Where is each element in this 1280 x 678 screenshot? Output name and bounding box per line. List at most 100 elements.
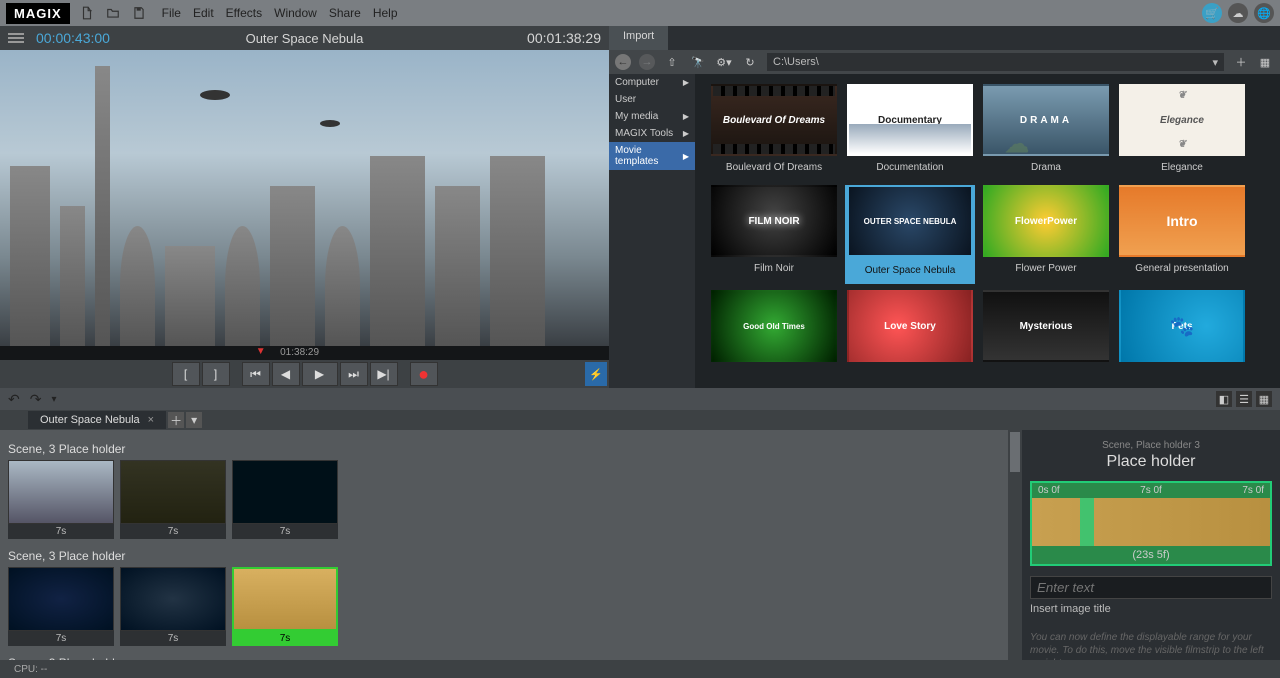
storyboard-clip[interactable]: 7s	[8, 567, 114, 646]
project-tab[interactable]: Outer Space Nebula ×	[28, 411, 166, 429]
preview-header: 00:00:43:00 Outer Space Nebula 00:01:38:…	[0, 26, 609, 50]
grid-view-icon[interactable]: ▦	[1256, 53, 1274, 71]
mark-in-button[interactable]: [	[172, 362, 200, 386]
clip-range-strip[interactable]: 0s 0f 7s 0f 7s 0f (23s 5f)	[1030, 481, 1272, 566]
template-grid: Boulevard Of DreamsBoulevard Of DreamsDo…	[695, 74, 1280, 388]
path-field[interactable]: C:\Users\▾	[767, 53, 1224, 71]
view-mode-3-icon[interactable]: ▦	[1256, 391, 1272, 407]
save-icon[interactable]	[130, 4, 148, 22]
storyboard-scrollbar[interactable]	[1008, 430, 1022, 660]
template-film-noir[interactable]: FILM NOIRFilm Noir	[709, 185, 839, 284]
template-boulevard-of-dreams[interactable]: Boulevard Of DreamsBoulevard Of Dreams	[709, 84, 839, 179]
scene-label: Scene, 3 Place holder	[8, 656, 1014, 660]
more-edit-icon[interactable]: ▾	[51, 394, 56, 405]
playhead-icon[interactable]: ▼	[256, 346, 266, 357]
tree-item-magix-tools[interactable]: MAGIX Tools▶	[609, 125, 695, 142]
store-icon[interactable]: 🛒	[1202, 3, 1222, 23]
view-mode-1-icon[interactable]: ◧	[1216, 391, 1232, 407]
range-right-label: 7s 0f	[1242, 485, 1264, 496]
transport-controls: [ ] ⏮ ◀ ▶ ⏭ ▶| ● ⚡	[0, 360, 609, 388]
menu-window[interactable]: Window	[274, 6, 317, 20]
preview-video[interactable]	[0, 50, 609, 346]
open-folder-icon[interactable]	[104, 4, 122, 22]
properties-panel: Scene, Place holder 3 Place holder 0s 0f…	[1022, 430, 1280, 660]
storyboard-clip[interactable]: 7s	[232, 460, 338, 539]
range-left-label: 0s 0f	[1038, 485, 1060, 496]
prev-frame-button[interactable]: ◀	[272, 362, 300, 386]
template-mysterious[interactable]: Mysterious	[981, 290, 1111, 374]
record-button[interactable]: ●	[410, 362, 438, 386]
next-frame-button[interactable]: ⏭	[340, 362, 368, 386]
app-logo: MAGIX	[6, 3, 70, 24]
project-tabs-bar: Outer Space Nebula × ＋ ▾	[0, 410, 1280, 430]
menu-edit[interactable]: Edit	[193, 6, 214, 20]
template-pets[interactable]: Pets	[1117, 290, 1247, 374]
add-project-tab-button[interactable]: ＋	[168, 412, 184, 428]
preview-panel: 00:00:43:00 Outer Space Nebula 00:01:38:…	[0, 26, 609, 388]
storyboard[interactable]: Scene, 3 Place holder7s7s7sScene, 3 Plac…	[0, 430, 1022, 660]
forward-icon[interactable]: →	[639, 54, 655, 70]
template-good-old-times[interactable]: Good Old Times	[709, 290, 839, 374]
template-documentation[interactable]: DocumentaryDocumentation	[845, 84, 975, 179]
redo-button[interactable]: ↷	[30, 391, 42, 408]
image-title-input[interactable]	[1030, 576, 1272, 599]
menu-effects[interactable]: Effects	[226, 6, 262, 20]
tree-item-my-media[interactable]: My media▶	[609, 108, 695, 125]
timecode-out[interactable]: 00:01:38:29	[527, 30, 601, 46]
image-title-label: Insert image title	[1030, 603, 1272, 615]
play-button[interactable]: ▶	[302, 362, 338, 386]
back-icon[interactable]: ←	[615, 54, 631, 70]
properties-hint: You can now define the displayable range…	[1030, 631, 1272, 660]
storyboard-clip[interactable]: 7s	[120, 460, 226, 539]
timecode-in[interactable]: 00:00:43:00	[36, 30, 110, 46]
up-folder-icon[interactable]: ⇧	[663, 53, 681, 71]
new-file-icon[interactable]	[78, 4, 96, 22]
undo-button[interactable]: ↶	[8, 391, 20, 408]
tree-item-computer[interactable]: Computer▶	[609, 74, 695, 91]
template-love-story[interactable]: Love Story	[845, 290, 975, 374]
add-media-icon[interactable]: ＋	[1232, 53, 1250, 71]
go-to-start-button[interactable]: ⏮	[242, 362, 270, 386]
range-center-label: 7s 0f	[1140, 485, 1162, 496]
storyboard-clip[interactable]: 7s	[232, 567, 338, 646]
range-total-label: (23s 5f)	[1032, 546, 1270, 564]
template-drama[interactable]: DRAMADrama	[981, 84, 1111, 179]
template-elegance[interactable]: EleganceElegance	[1117, 84, 1247, 179]
mark-out-button[interactable]: ]	[202, 362, 230, 386]
storyboard-clip[interactable]: 7s	[8, 460, 114, 539]
template-outer-space-nebula[interactable]: OUTER SPACE NEBULAOuter Space Nebula	[845, 185, 975, 284]
quick-action-button[interactable]: ⚡	[585, 362, 607, 386]
binoculars-icon[interactable]: 🔭	[689, 53, 707, 71]
menu-help[interactable]: Help	[373, 6, 398, 20]
preview-menu-icon[interactable]	[8, 33, 24, 43]
globe-icon[interactable]: 🌐	[1254, 3, 1274, 23]
settings-gear-icon[interactable]: ⚙▾	[715, 53, 733, 71]
statusbar: CPU: --	[0, 660, 1280, 678]
template-general-presentation[interactable]: IntroGeneral presentation	[1117, 185, 1247, 284]
properties-subtitle: Scene, Place holder 3	[1030, 440, 1272, 451]
project-tab-menu-icon[interactable]: ▾	[186, 412, 202, 428]
menu-file[interactable]: File	[162, 6, 181, 20]
view-mode-2-icon[interactable]: ☰	[1236, 391, 1252, 407]
timeline-time-label: 01:38:29	[280, 347, 319, 358]
cpu-status: CPU: --	[14, 664, 47, 675]
cloud-icon[interactable]: ☁	[1228, 3, 1248, 23]
properties-title: Place holder	[1030, 453, 1272, 471]
import-tab[interactable]: Import	[609, 26, 668, 50]
tree-item-user[interactable]: User	[609, 91, 695, 108]
menubar: MAGIX File Edit Effects Window Share Help 🛒 ☁…	[0, 0, 1280, 26]
import-panel: Import ← → ⇧ 🔭 ⚙▾ ↻ C:\Users\▾ ＋ ▦ Compu…	[609, 26, 1280, 388]
import-toolbar: ← → ⇧ 🔭 ⚙▾ ↻ C:\Users\▾ ＋ ▦	[609, 50, 1280, 74]
refresh-icon[interactable]: ↻	[741, 53, 759, 71]
edit-toolbar: ↶ ↷ ▾ ◧ ☰ ▦	[0, 388, 1280, 410]
go-to-end-button[interactable]: ▶|	[370, 362, 398, 386]
menu-share[interactable]: Share	[329, 6, 361, 20]
storyboard-clip[interactable]: 7s	[120, 567, 226, 646]
template-flower-power[interactable]: FlowerPowerFlower Power	[981, 185, 1111, 284]
project-tab-label: Outer Space Nebula	[40, 414, 140, 426]
tree-item-movie-templates[interactable]: Movie templates▶	[609, 142, 695, 170]
preview-timeline[interactable]: ▼ 01:38:29	[0, 346, 609, 360]
close-tab-icon[interactable]: ×	[148, 414, 154, 426]
scene-label: Scene, 3 Place holder	[8, 549, 1014, 563]
import-tree: Computer▶UserMy media▶MAGIX Tools▶Movie …	[609, 74, 695, 388]
